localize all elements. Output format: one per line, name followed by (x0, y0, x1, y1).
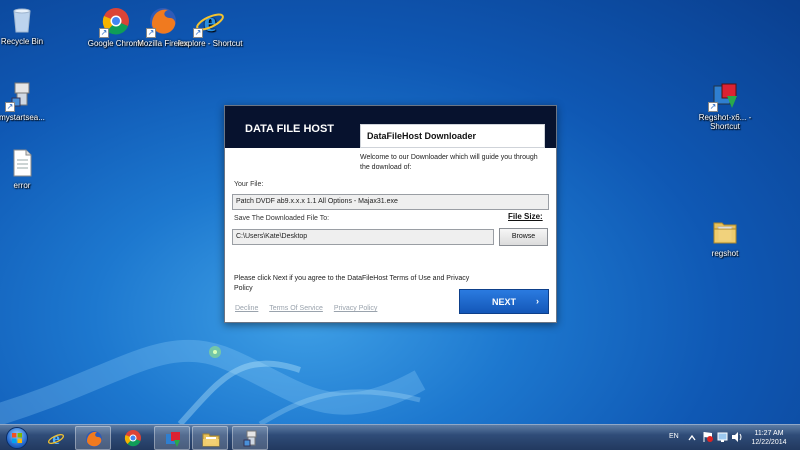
folder-icon (202, 433, 220, 447)
footer-links: Decline Terms Of Service Privacy Policy (235, 305, 386, 312)
program-shortcut-icon: ↗ (5, 80, 37, 112)
taskbar: e EN (0, 424, 800, 450)
taskbar-internet-explorer[interactable]: e (38, 426, 74, 450)
your-file-field[interactable]: Patch DVDF ab9.x.x.x 1.1 All Options - M… (232, 194, 549, 210)
chrome-icon (124, 430, 141, 447)
taskbar-app[interactable] (154, 426, 190, 450)
desktop: Recycle Bin ↗ Google Chrome ↗ Mozilla Fi… (0, 0, 800, 424)
shortcut-arrow-icon: ↗ (99, 28, 109, 38)
desktop-icon-label: mystartsea... (0, 113, 45, 122)
shortcut-arrow-icon: ↗ (5, 102, 15, 112)
taskbar-firefox[interactable] (75, 426, 111, 450)
folder-icon (710, 216, 740, 246)
text-document-icon (7, 148, 37, 178)
welcome-text: Welcome to our Downloader which will gui… (360, 154, 538, 171)
your-file-label: Your File: (234, 181, 264, 188)
file-size-label: File Size: (508, 212, 543, 221)
save-to-label: Save The Downloaded File To: (234, 215, 330, 222)
next-button[interactable]: NEXT › (459, 289, 549, 314)
decline-link[interactable]: Decline (235, 305, 258, 312)
internet-explorer-icon: e ↗ (193, 6, 225, 38)
desktop-icon-iexplore-shortcut[interactable]: e ↗ iexplore - Shortcut (174, 6, 246, 48)
network-icon[interactable] (717, 431, 729, 443)
program-shortcut-icon (243, 430, 257, 447)
volume-icon[interactable] (731, 431, 743, 443)
next-button-label: NEXT (492, 297, 517, 307)
system-clock[interactable]: 11:27 AM 12/22/2014 (745, 429, 793, 447)
desktop-icon-regshot-folder[interactable]: regshot (689, 216, 761, 258)
desktop-icon-label: error (13, 181, 31, 190)
desktop-icon-recycle-bin[interactable]: Recycle Bin (0, 4, 58, 46)
app-icon (166, 432, 180, 447)
desktop-icon-error[interactable]: error (0, 148, 58, 190)
windows-logo-icon (6, 427, 28, 449)
start-button[interactable] (2, 425, 32, 450)
svg-text:e: e (52, 429, 60, 447)
desktop-icon-label: Recycle Bin (0, 37, 44, 46)
downloader-dialog: DATA FILE HOST DataFileHost Downloader W… (224, 105, 557, 323)
privacy-policy-link[interactable]: Privacy Policy (334, 305, 378, 312)
svg-text:e: e (204, 7, 216, 36)
terms-agreement-text: Please click Next if you agree to the Da… (234, 275, 470, 292)
shortcut-arrow-icon: ↗ (193, 28, 203, 38)
desktop-icon-mystartsearch[interactable]: ↗ mystartsea... (0, 80, 58, 122)
language-indicator[interactable]: EN (669, 433, 679, 440)
taskbar-downloader[interactable] (232, 426, 268, 450)
desktop-icon-label: Regshot-x6... - Shortcut (698, 113, 752, 131)
internet-explorer-icon: e (47, 429, 65, 447)
show-hidden-icons-icon[interactable] (687, 433, 697, 443)
shortcut-arrow-icon: ↗ (708, 102, 718, 112)
chevron-right-icon: › (536, 296, 539, 306)
firefox-icon (86, 431, 102, 447)
clock-time: 11:27 AM (754, 430, 784, 437)
browse-button[interactable]: Browse (499, 228, 548, 246)
shortcut-arrow-icon: ↗ (146, 28, 156, 38)
taskbar-chrome[interactable] (115, 426, 151, 450)
save-path-input[interactable]: C:\Users\Kate\Desktop (232, 229, 494, 245)
regshot-shortcut-icon: ↗ (708, 80, 740, 112)
action-center-flag-icon[interactable] (702, 431, 714, 443)
desktop-icon-label: regshot (711, 249, 739, 258)
terms-of-service-link[interactable]: Terms Of Service (269, 305, 323, 312)
desktop-icon-label: iexplore - Shortcut (177, 39, 243, 48)
dialog-title: DataFileHost Downloader (360, 124, 545, 148)
recycle-bin-icon (7, 4, 37, 34)
clock-date: 12/22/2014 (751, 439, 787, 446)
brand-logo-text: DATA FILE HOST (245, 123, 335, 135)
desktop-icon-regshot-shortcut[interactable]: ↗ Regshot-x6... - Shortcut (689, 80, 761, 131)
taskbar-windows-explorer[interactable] (192, 426, 228, 450)
